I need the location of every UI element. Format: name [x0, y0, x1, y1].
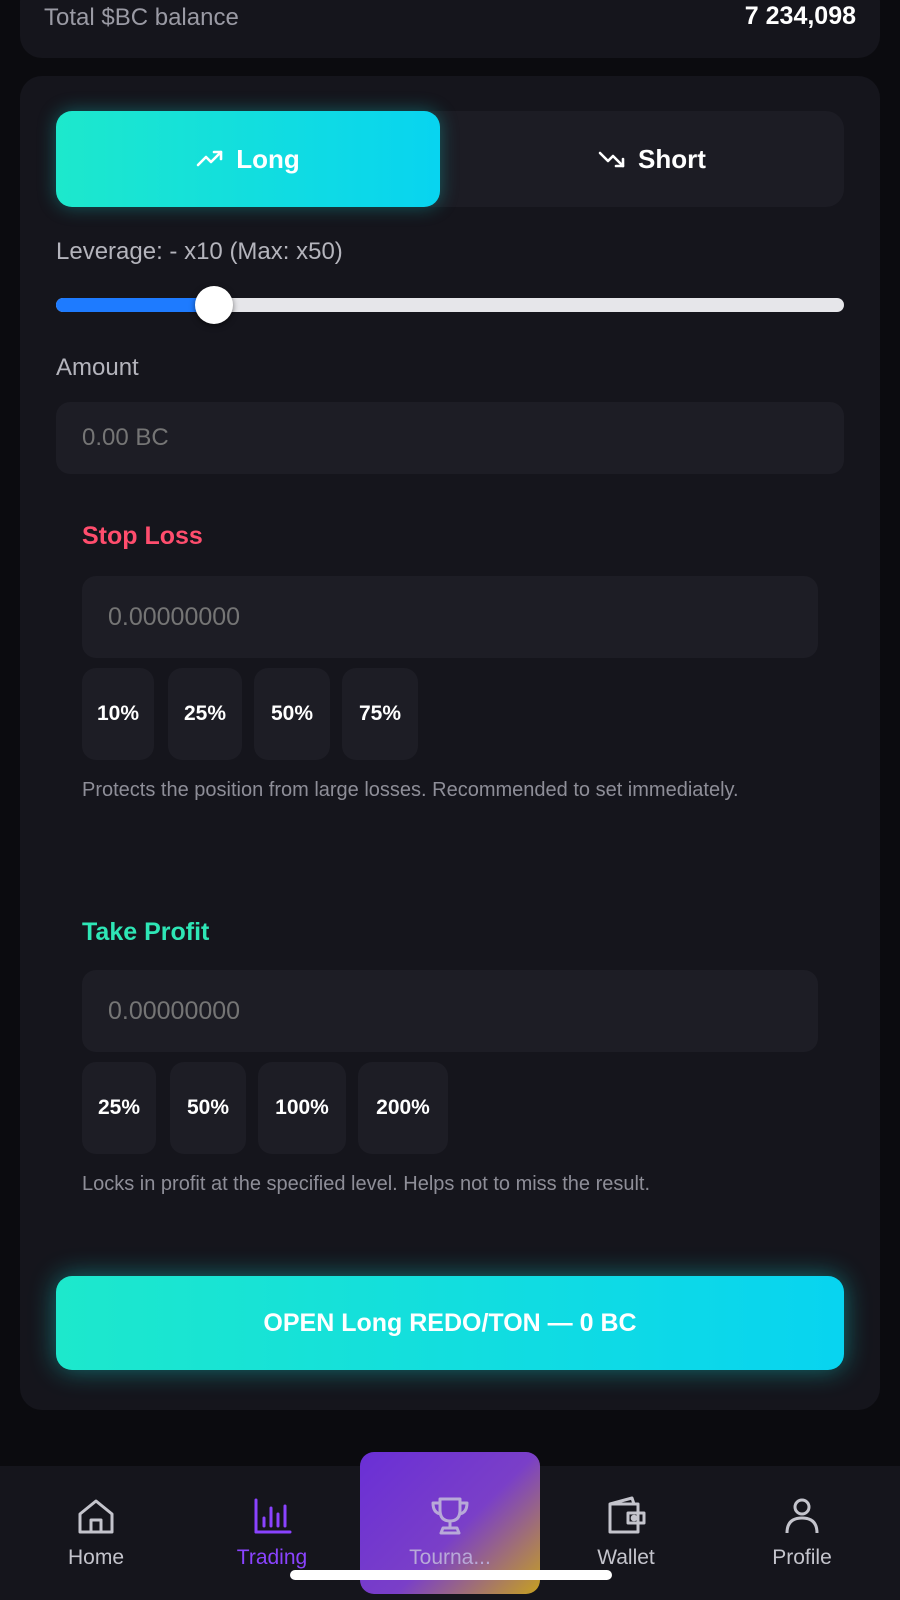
trade-screen: Total $BC balance 7 234,098 Long Short L… [0, 0, 900, 1600]
nav-tournament-label: Tourna... [409, 1546, 491, 1569]
take-profit-title: Take Profit [82, 918, 210, 946]
balance-value: 7 234,098 [744, 2, 856, 30]
chart-bars-icon [254, 1498, 292, 1534]
position-side-toggle: Long Short [56, 111, 844, 207]
nav-profile[interactable]: Profile [714, 1466, 890, 1600]
stop-loss-hint: Protects the position from large losses.… [82, 779, 739, 801]
trophy-icon [431, 1497, 469, 1535]
nav-home-label: Home [67, 1546, 125, 1569]
stop-loss-title: Stop Loss [82, 522, 203, 550]
nav-trading-label: Trading [236, 1546, 308, 1569]
leverage-slider-fill [56, 298, 214, 312]
take-profit-chip[interactable]: 25% [82, 1062, 156, 1154]
take-profit-hint: Locks in profit at the specified level. … [82, 1173, 651, 1195]
leverage-slider[interactable] [56, 286, 844, 324]
short-label: Short [638, 143, 706, 174]
take-profit-chip[interactable]: 50% [170, 1062, 246, 1154]
stop-loss-chip[interactable]: 25% [168, 668, 242, 760]
home-icon [78, 1499, 114, 1534]
stop-loss-chip[interactable]: 75% [342, 668, 418, 760]
stop-loss-input[interactable] [82, 576, 818, 658]
trending-up-icon [196, 150, 223, 167]
balance-label: Total $BC balance [44, 4, 239, 31]
leverage-slider-thumb[interactable] [194, 286, 233, 324]
stop-loss-chip[interactable]: 10% [82, 668, 154, 760]
long-label: Long [236, 143, 300, 174]
nav-wallet-label: Wallet [597, 1546, 655, 1569]
amount-input[interactable] [56, 402, 844, 474]
balance-card: Total $BC balance 7 234,098 [20, 0, 880, 58]
nav-profile-label: Profile [772, 1546, 832, 1569]
take-profit-chip[interactable]: 100% [258, 1062, 346, 1154]
trade-form-card: Long Short Leverage: - x10 (Max: x50) Am… [20, 76, 880, 1410]
long-button[interactable]: Long [56, 111, 440, 207]
short-button[interactable]: Short [460, 111, 844, 207]
amount-label: Amount [56, 354, 139, 381]
stop-loss-chip[interactable]: 50% [254, 668, 330, 760]
leverage-label: Leverage: - x10 (Max: x50) [56, 238, 343, 265]
user-icon [785, 1498, 819, 1534]
wallet-icon [608, 1496, 646, 1534]
take-profit-chip[interactable]: 200% [358, 1062, 448, 1154]
take-profit-input[interactable] [82, 970, 818, 1052]
open-position-button[interactable]: OPEN Long REDO/TON — 0 BC [56, 1276, 844, 1370]
nav-home[interactable]: Home [8, 1466, 184, 1600]
trending-down-icon [598, 151, 625, 168]
home-indicator [290, 1570, 612, 1580]
